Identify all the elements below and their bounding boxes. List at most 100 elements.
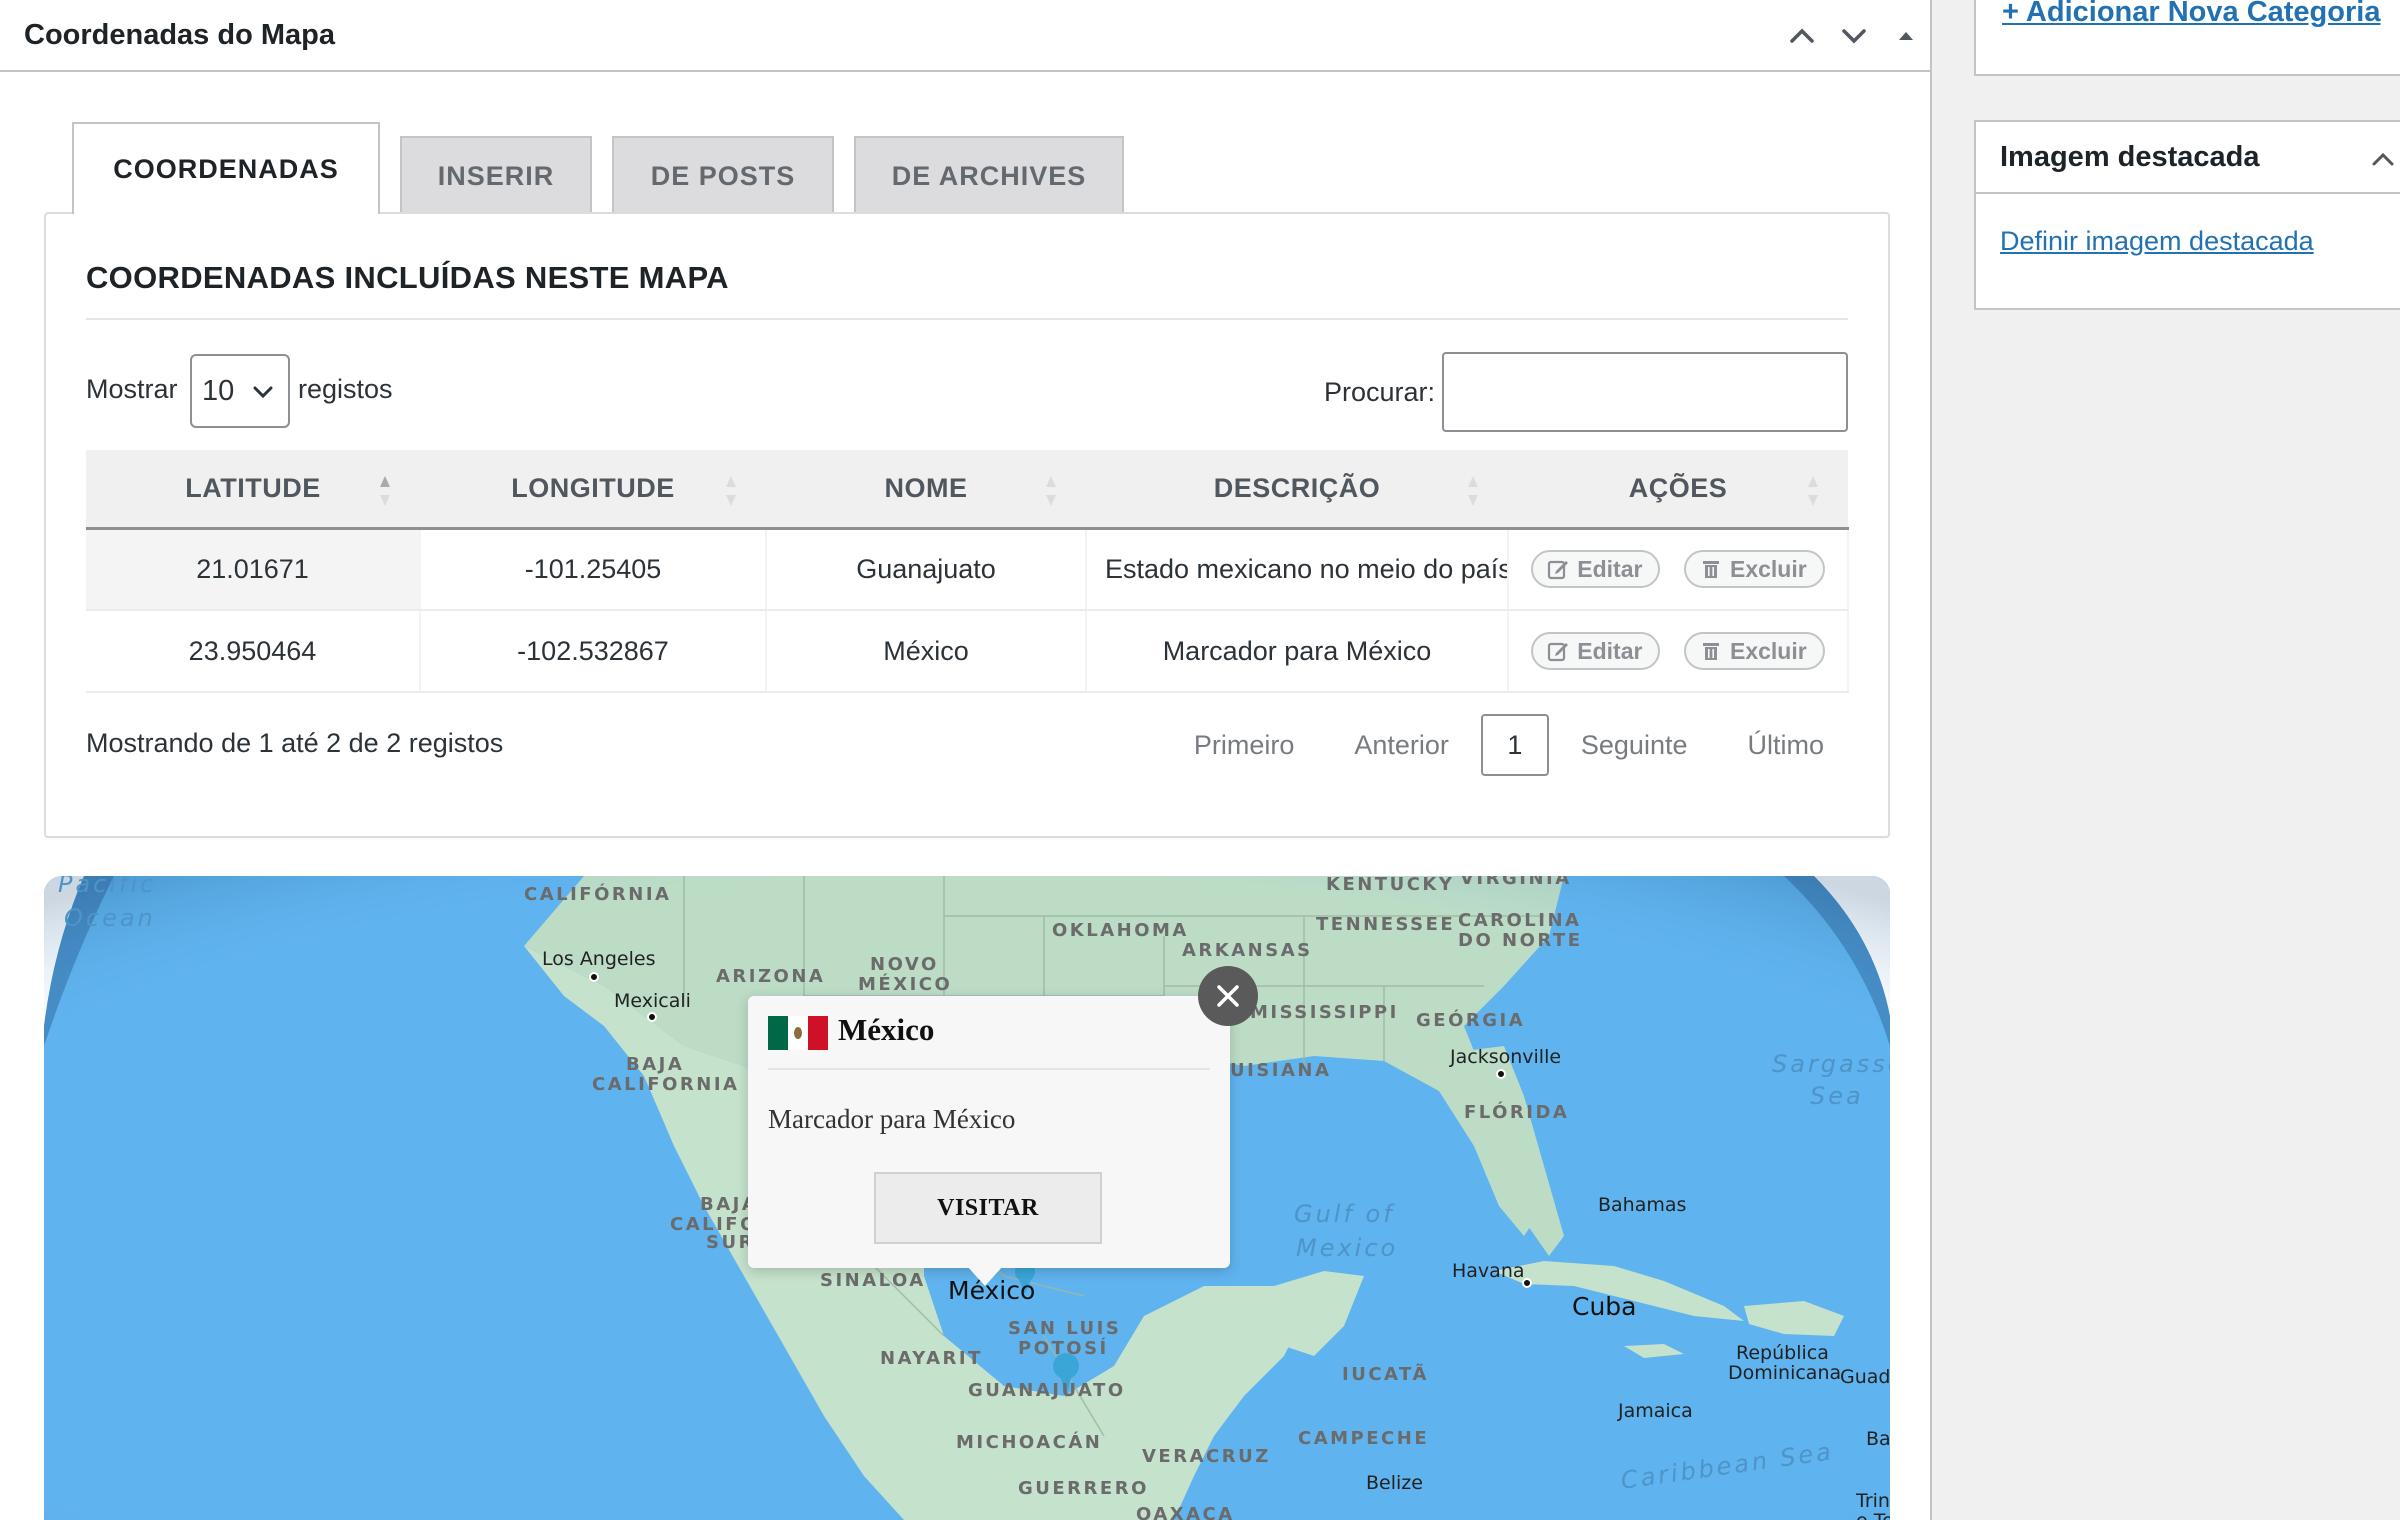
edit-icon	[1548, 561, 1569, 580]
map-label-baja-2: CALIFORNIA	[592, 1074, 740, 1095]
divider	[768, 1068, 1210, 1070]
cell-acoes: Editar Excluir	[1508, 610, 1849, 693]
map-label-san-luis-2: POTOSÍ	[1018, 1338, 1109, 1359]
tab-de-posts[interactable]: DE POSTS	[612, 136, 834, 214]
tab-de-archives[interactable]: DE ARCHIVES	[854, 136, 1124, 214]
popup-pointer	[967, 1266, 1003, 1286]
map-label-virginia: VIRGINIA	[1460, 876, 1572, 889]
map-city-los-angeles: Los Angeles	[542, 948, 656, 970]
page-length-select[interactable]: 10	[190, 354, 290, 428]
map-water-sargasso-2: Sea	[1810, 1082, 1864, 1110]
chevron-up-icon[interactable]	[1784, 18, 1820, 54]
table-row: 21.01671 -101.25405 Guanajuato Estado me…	[86, 528, 1849, 611]
map-label-florida: FLÓRIDA	[1464, 1102, 1570, 1123]
pager-next[interactable]: Seguinte	[1581, 730, 1688, 761]
map-country-cuba: Cuba	[1572, 1292, 1637, 1321]
length-label-prefix: Mostrar	[86, 374, 178, 404]
map-city-guadalupe: Guada	[1840, 1366, 1890, 1388]
cell-nome: México	[766, 610, 1087, 693]
pager-last[interactable]: Último	[1747, 730, 1824, 761]
cell-latitude: 23.950464	[86, 610, 421, 693]
map-city-bahamas: Bahamas	[1598, 1194, 1687, 1216]
cell-nome: Guanajuato	[766, 528, 1087, 611]
pagination: Primeiro Anterior 1 Seguinte Último	[1134, 714, 1824, 776]
page-length-value: 10	[202, 374, 235, 407]
map-label-louisiana: UISIANA	[1230, 1060, 1332, 1081]
map-label-campeche: CAMPECHE	[1298, 1428, 1430, 1449]
map-label-veracruz: VERACRUZ	[1142, 1446, 1271, 1467]
popup-close-button[interactable]	[1198, 966, 1258, 1026]
panel-title: COORDENADAS INCLUÍDAS NESTE MAPA	[86, 260, 729, 295]
edit-button[interactable]: Editar	[1531, 550, 1661, 589]
trash-icon	[1702, 643, 1719, 660]
cell-acoes: Editar Excluir	[1508, 528, 1849, 611]
city-dot	[589, 972, 599, 982]
pager-first[interactable]: Primeiro	[1194, 730, 1295, 761]
map-label-novo-mexico-1: NOVO	[870, 954, 939, 975]
map-city-trinidad-2: e Tob	[1856, 1510, 1890, 1520]
chevron-down-icon[interactable]	[1836, 18, 1872, 54]
map-label-pacific: Pacific	[58, 876, 157, 898]
map-city-republica-2: Dominicana	[1728, 1362, 1842, 1384]
city-dot	[647, 1012, 657, 1022]
tab-bar: COORDENADAS INSERIR DE POSTS DE ARCHIVES	[72, 122, 1144, 214]
chevron-up-icon[interactable]	[2368, 144, 2398, 174]
map-city-trinidad-1: Trini	[1856, 1490, 1890, 1512]
sort-icon	[1468, 476, 1478, 506]
sort-icon	[380, 476, 390, 506]
map-label-oklahoma: OKLAHOMA	[1052, 920, 1189, 941]
map-label-michoacan: MICHOACÁN	[956, 1432, 1103, 1453]
column-header-nome[interactable]: NOME	[766, 450, 1086, 530]
cell-latitude: 21.01671	[86, 528, 421, 611]
edit-icon	[1548, 642, 1569, 662]
metabox-header: Coordenadas do Mapa	[0, 0, 1930, 72]
map-label-guerrero: GUERRERO	[1018, 1478, 1149, 1499]
featured-image-title: Imagem destacada	[2000, 140, 2260, 173]
map-label-georgia: GEÓRGIA	[1416, 1010, 1526, 1031]
edit-button[interactable]: Editar	[1531, 632, 1661, 670]
sort-icon	[726, 476, 736, 506]
map-popup: México Marcador para México VISITAR	[748, 996, 1230, 1286]
add-category-link[interactable]: + Adicionar Nova Categoria	[2002, 0, 2380, 29]
map-canvas[interactable]: Pacific Ocean CALIFÓRNIA KENTUCKY VIRGIN…	[44, 876, 1890, 1520]
map-city-republica-1: República	[1736, 1342, 1829, 1364]
sort-icon	[1046, 476, 1056, 506]
triangle-up-icon[interactable]	[1888, 18, 1924, 54]
search-input[interactable]	[1442, 352, 1848, 432]
popup-description: Marcador para México	[768, 1104, 1016, 1134]
tab-inserir[interactable]: INSERIR	[400, 136, 592, 214]
cell-longitude: -102.532867	[420, 610, 767, 693]
column-header-longitude[interactable]: LONGITUDE	[420, 450, 766, 530]
trash-icon	[1702, 561, 1719, 579]
map-city-jacksonville: Jacksonville	[1450, 1046, 1562, 1068]
column-header-descricao[interactable]: DESCRIÇÃO	[1086, 450, 1508, 530]
featured-image-box: Imagem destacada Definir imagem destacad…	[1974, 120, 2400, 310]
pager-current-page[interactable]: 1	[1480, 714, 1549, 776]
chevron-down-icon	[253, 386, 273, 399]
map-label-novo-mexico-2: MÉXICO	[858, 974, 953, 995]
metabox-title: Coordenadas do Mapa	[24, 18, 335, 51]
map-label-kentucky: KENTUCKY	[1326, 876, 1455, 895]
city-dot	[1522, 1278, 1532, 1288]
map-water-sargasso-1: Sargasso	[1772, 1050, 1890, 1078]
cell-longitude: -101.25405	[420, 528, 767, 611]
delete-button[interactable]: Excluir	[1683, 632, 1825, 670]
column-header-latitude[interactable]: LATITUDE	[86, 450, 420, 530]
delete-button[interactable]: Excluir	[1683, 550, 1825, 589]
delete-label: Excluir	[1729, 637, 1807, 664]
pager-previous[interactable]: Anterior	[1354, 730, 1449, 761]
categories-box: + Adicionar Nova Categoria	[1974, 0, 2400, 76]
map-label-san-luis-1: SAN LUIS	[1008, 1318, 1122, 1339]
set-featured-image-link[interactable]: Definir imagem destacada	[2000, 226, 2314, 257]
sort-icon	[1808, 476, 1818, 506]
mexico-flag-icon	[768, 1016, 828, 1050]
tab-coordenadas[interactable]: COORDENADAS	[72, 122, 380, 214]
map-label-yucata: IUCATÃ	[1342, 1364, 1429, 1385]
column-header-acoes[interactable]: AÇÕES	[1508, 450, 1848, 530]
featured-image-header: Imagem destacada	[1976, 122, 2400, 194]
map-label-guanajuato: GUANAJUATO	[968, 1380, 1126, 1401]
map-label-oaxaca: OAXACA	[1136, 1504, 1235, 1520]
visit-button[interactable]: VISITAR	[874, 1172, 1102, 1244]
map-label-arkansas: ARKANSAS	[1182, 940, 1313, 961]
coordinates-table: LATITUDE LONGITUDE NOME DESCRIÇÃO AÇÕES …	[86, 450, 1849, 693]
